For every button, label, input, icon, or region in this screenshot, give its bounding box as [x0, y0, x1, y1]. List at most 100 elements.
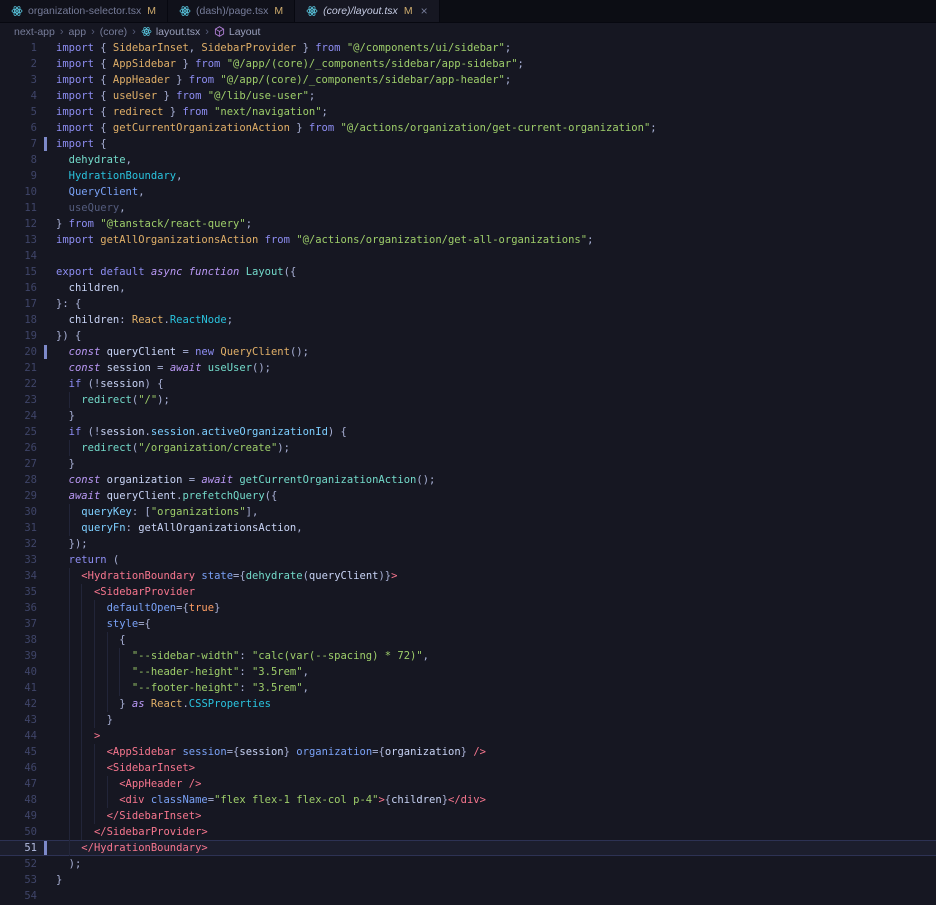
line-number[interactable]: 1 [0, 40, 37, 56]
line-number[interactable]: 20 [0, 344, 37, 360]
line-number[interactable]: 33 [0, 552, 37, 568]
code-line[interactable]: 48 <div className="flex flex-1 flex-col … [0, 792, 936, 808]
line-number[interactable]: 34 [0, 568, 37, 584]
code-line[interactable]: 13 import getAllOrganizationsAction from … [0, 232, 936, 248]
breadcrumb-item-layout-file[interactable]: layout.tsx [141, 26, 200, 38]
code-line[interactable]: 1 import { SidebarInset, SidebarProvider … [0, 40, 936, 56]
line-number[interactable]: 28 [0, 472, 37, 488]
code-line[interactable]: 24 } [0, 408, 936, 424]
line-number[interactable]: 45 [0, 744, 37, 760]
code-line[interactable]: 7 import { [0, 136, 936, 152]
line-number[interactable]: 29 [0, 488, 37, 504]
code-line[interactable]: 17}: { [0, 296, 936, 312]
code-line[interactable]: 21 const session = await useUser(); [0, 360, 936, 376]
line-number[interactable]: 38 [0, 632, 37, 648]
code-line[interactable]: 8 dehydrate, [0, 152, 936, 168]
line-number[interactable]: 40 [0, 664, 37, 680]
line-number[interactable]: 32 [0, 536, 37, 552]
code-line[interactable]: 37 style={ [0, 616, 936, 632]
code-line[interactable]: 22 if (!session) { [0, 376, 936, 392]
code-line[interactable]: 51 </HydrationBoundary> [0, 840, 936, 856]
line-number[interactable]: 41 [0, 680, 37, 696]
code-line[interactable]: 9 HydrationBoundary, [0, 168, 936, 184]
line-number[interactable]: 50 [0, 824, 37, 840]
line-number[interactable]: 11 [0, 200, 37, 216]
code-line[interactable]: 26 redirect("/organization/create"); [0, 440, 936, 456]
breadcrumb-item-core[interactable]: (core) [100, 26, 127, 38]
code-line[interactable]: 4 import { useUser } from "@/lib/use-user… [0, 88, 936, 104]
code-line[interactable]: 34 <HydrationBoundary state={dehydrate(q… [0, 568, 936, 584]
breadcrumb-item-app[interactable]: app [69, 26, 87, 38]
line-number[interactable]: 49 [0, 808, 37, 824]
code-line[interactable]: 42 } as React.CSSProperties [0, 696, 936, 712]
line-number[interactable]: 12 [0, 216, 37, 232]
code-line[interactable]: 27 } [0, 456, 936, 472]
code-line[interactable]: 10 QueryClient, [0, 184, 936, 200]
line-number[interactable]: 17 [0, 296, 37, 312]
code-line[interactable]: 46 <SidebarInset> [0, 760, 936, 776]
code-line[interactable]: 15 export default async function Layout({ [0, 264, 936, 280]
breadcrumb-item-layout-symbol[interactable]: Layout [214, 26, 260, 38]
code-line[interactable]: 25 if (!session.session.activeOrganizati… [0, 424, 936, 440]
line-number[interactable]: 18 [0, 312, 37, 328]
line-number[interactable]: 54 [0, 888, 37, 904]
code-line[interactable]: 19}) { [0, 328, 936, 344]
line-number[interactable]: 19 [0, 328, 37, 344]
code-line[interactable]: 11 useQuery, [0, 200, 936, 216]
code-line[interactable]: 28 const organization = await getCurrent… [0, 472, 936, 488]
code-line[interactable]: 18 children: React.ReactNode; [0, 312, 936, 328]
line-number[interactable]: 46 [0, 760, 37, 776]
code-line[interactable]: 45 <AppSidebar session={session} organiz… [0, 744, 936, 760]
code-line[interactable]: 29 await queryClient.prefetchQuery({ [0, 488, 936, 504]
line-number[interactable]: 3 [0, 72, 37, 88]
code-line[interactable]: 2 import { AppSidebar } from "@/app/(core… [0, 56, 936, 72]
line-number[interactable]: 42 [0, 696, 37, 712]
close-icon[interactable]: × [421, 5, 428, 17]
line-number[interactable]: 16 [0, 280, 37, 296]
line-number[interactable]: 23 [0, 392, 37, 408]
line-number[interactable]: 4 [0, 88, 37, 104]
line-number[interactable]: 27 [0, 456, 37, 472]
code-line[interactable]: 52 ); [0, 856, 936, 872]
line-number[interactable]: 22 [0, 376, 37, 392]
line-number[interactable]: 8 [0, 152, 37, 168]
line-number[interactable]: 31 [0, 520, 37, 536]
line-number[interactable]: 14 [0, 248, 37, 264]
code-line[interactable]: 20 const queryClient = new QueryClient()… [0, 344, 936, 360]
line-number[interactable]: 25 [0, 424, 37, 440]
code-line[interactable]: 23 redirect("/"); [0, 392, 936, 408]
code-line[interactable]: 40 "--header-height": "3.5rem", [0, 664, 936, 680]
line-number[interactable]: 30 [0, 504, 37, 520]
line-number[interactable]: 6 [0, 120, 37, 136]
line-number[interactable]: 35 [0, 584, 37, 600]
line-number[interactable]: 51 [0, 840, 37, 856]
line-number[interactable]: 37 [0, 616, 37, 632]
code-line[interactable]: 47 <AppHeader /> [0, 776, 936, 792]
line-number[interactable]: 52 [0, 856, 37, 872]
tab-organization-selector[interactable]: organization-selector.tsx M [0, 0, 168, 22]
code-line[interactable]: 50 </SidebarProvider> [0, 824, 936, 840]
breadcrumb-item-next-app[interactable]: next-app [14, 26, 55, 38]
code-line[interactable]: 38 { [0, 632, 936, 648]
line-number[interactable]: 5 [0, 104, 37, 120]
code-line[interactable]: 36 defaultOpen={true} [0, 600, 936, 616]
code-line[interactable]: 53} [0, 872, 936, 888]
code-line[interactable]: 39 "--sidebar-width": "calc(var(--spacin… [0, 648, 936, 664]
code-line[interactable]: 30 queryKey: ["organizations"], [0, 504, 936, 520]
code-line[interactable]: 3 import { AppHeader } from "@/app/(core)… [0, 72, 936, 88]
code-line[interactable]: 33 return ( [0, 552, 936, 568]
code-line[interactable]: 49 </SidebarInset> [0, 808, 936, 824]
line-number[interactable]: 48 [0, 792, 37, 808]
code-line[interactable]: 31 queryFn: getAllOrganizationsAction, [0, 520, 936, 536]
code-line[interactable]: 14 [0, 248, 936, 264]
line-number[interactable]: 10 [0, 184, 37, 200]
line-number[interactable]: 21 [0, 360, 37, 376]
line-number[interactable]: 7 [0, 136, 37, 152]
code-line[interactable]: 5 import { redirect } from "next/navigati… [0, 104, 936, 120]
code-line[interactable]: 43 } [0, 712, 936, 728]
code-line[interactable]: 44 > [0, 728, 936, 744]
tab-dash-page[interactable]: (dash)/page.tsx M [167, 0, 296, 22]
code-line[interactable]: 6 import { getCurrentOrganizationAction }… [0, 120, 936, 136]
code-line[interactable]: 35 <SidebarProvider [0, 584, 936, 600]
line-number[interactable]: 53 [0, 872, 37, 888]
